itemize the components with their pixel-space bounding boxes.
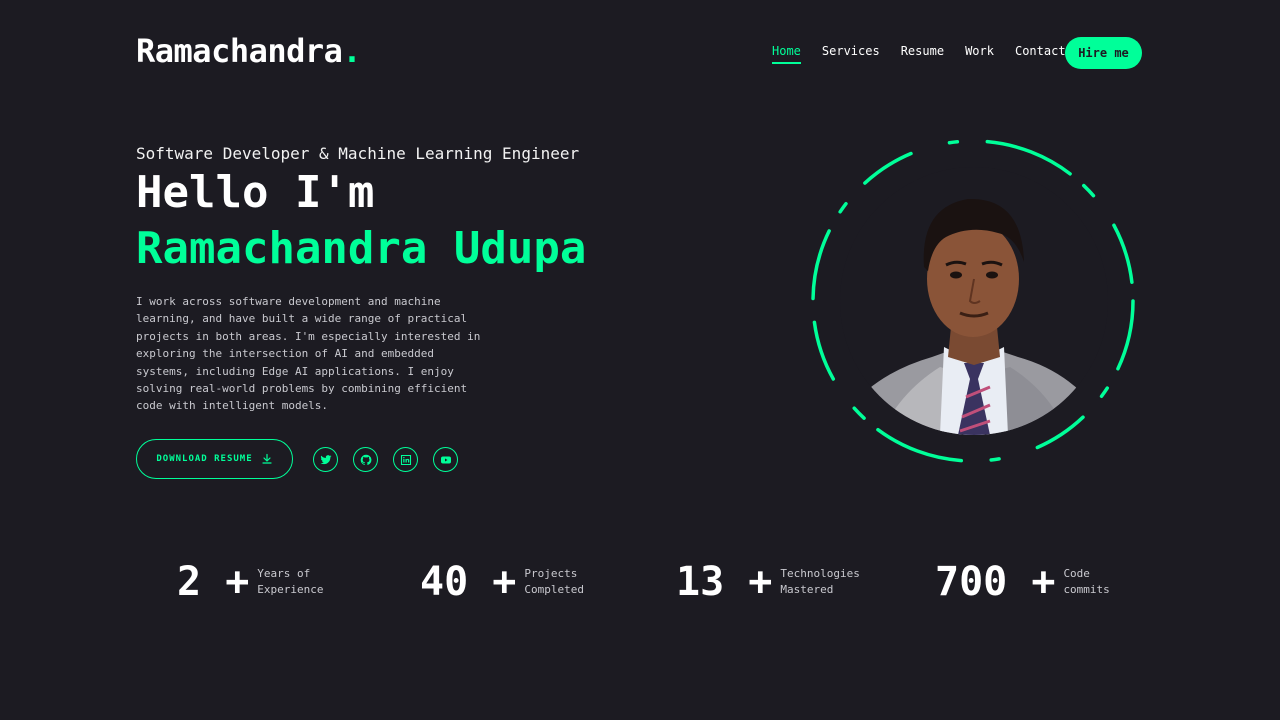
stat-technologies: 13 + Technologies Mastered xyxy=(676,560,870,604)
download-resume-button[interactable]: DOWNLOAD RESUME xyxy=(136,439,293,479)
stat-label: Code commits xyxy=(1063,567,1110,596)
github-link[interactable] xyxy=(353,447,378,472)
hero-name: Ramachandra Udupa xyxy=(136,223,587,274)
youtube-icon xyxy=(440,456,451,463)
main-nav: Home Services Resume Work Contact xyxy=(772,44,1066,64)
stat-commits: 700 + Code commits xyxy=(935,560,1123,604)
portfolio-page: Ramachandra. Home Services Resume Work C… xyxy=(0,0,1280,720)
hero-subtitle: Software Developer & Machine Learning En… xyxy=(136,144,580,163)
download-resume-label: DOWNLOAD RESUME xyxy=(156,454,253,464)
brand-dot: . xyxy=(342,32,362,70)
youtube-link[interactable] xyxy=(433,447,458,472)
linkedin-link[interactable] xyxy=(393,447,418,472)
hire-me-button[interactable]: Hire me xyxy=(1065,37,1142,69)
stat-value: 13 + xyxy=(676,559,773,605)
stat-label: Years of Experience xyxy=(257,567,324,596)
stat-label: Technologies Mastered xyxy=(780,567,860,596)
nav-home[interactable]: Home xyxy=(772,44,801,64)
profile-photo-frame xyxy=(804,129,1144,491)
nav-services[interactable]: Services xyxy=(822,44,880,64)
social-links xyxy=(313,447,458,472)
twitter-icon xyxy=(320,454,331,464)
hero-greeting: Hello I'm xyxy=(136,167,375,218)
linkedin-icon xyxy=(400,454,411,465)
nav-work[interactable]: Work xyxy=(965,44,994,64)
stat-value: 700 + xyxy=(935,559,1056,605)
download-icon xyxy=(262,453,272,464)
stat-years: 2 + Years of Experience xyxy=(177,560,347,604)
stat-label: Projects Completed xyxy=(524,567,584,596)
brand-logo[interactable]: Ramachandra. xyxy=(136,32,362,70)
hero-description: I work across software development and m… xyxy=(136,295,481,413)
nav-contact[interactable]: Contact xyxy=(1015,44,1066,64)
nav-resume[interactable]: Resume xyxy=(901,44,944,64)
stat-value: 2 + xyxy=(177,559,250,605)
stat-value: 40 + xyxy=(420,559,517,605)
twitter-link[interactable] xyxy=(313,447,338,472)
brand-name: Ramachandra xyxy=(136,32,343,70)
github-icon xyxy=(360,454,371,465)
stat-projects: 40 + Projects Completed xyxy=(420,560,614,604)
dashed-ring-decoration xyxy=(811,139,1135,463)
